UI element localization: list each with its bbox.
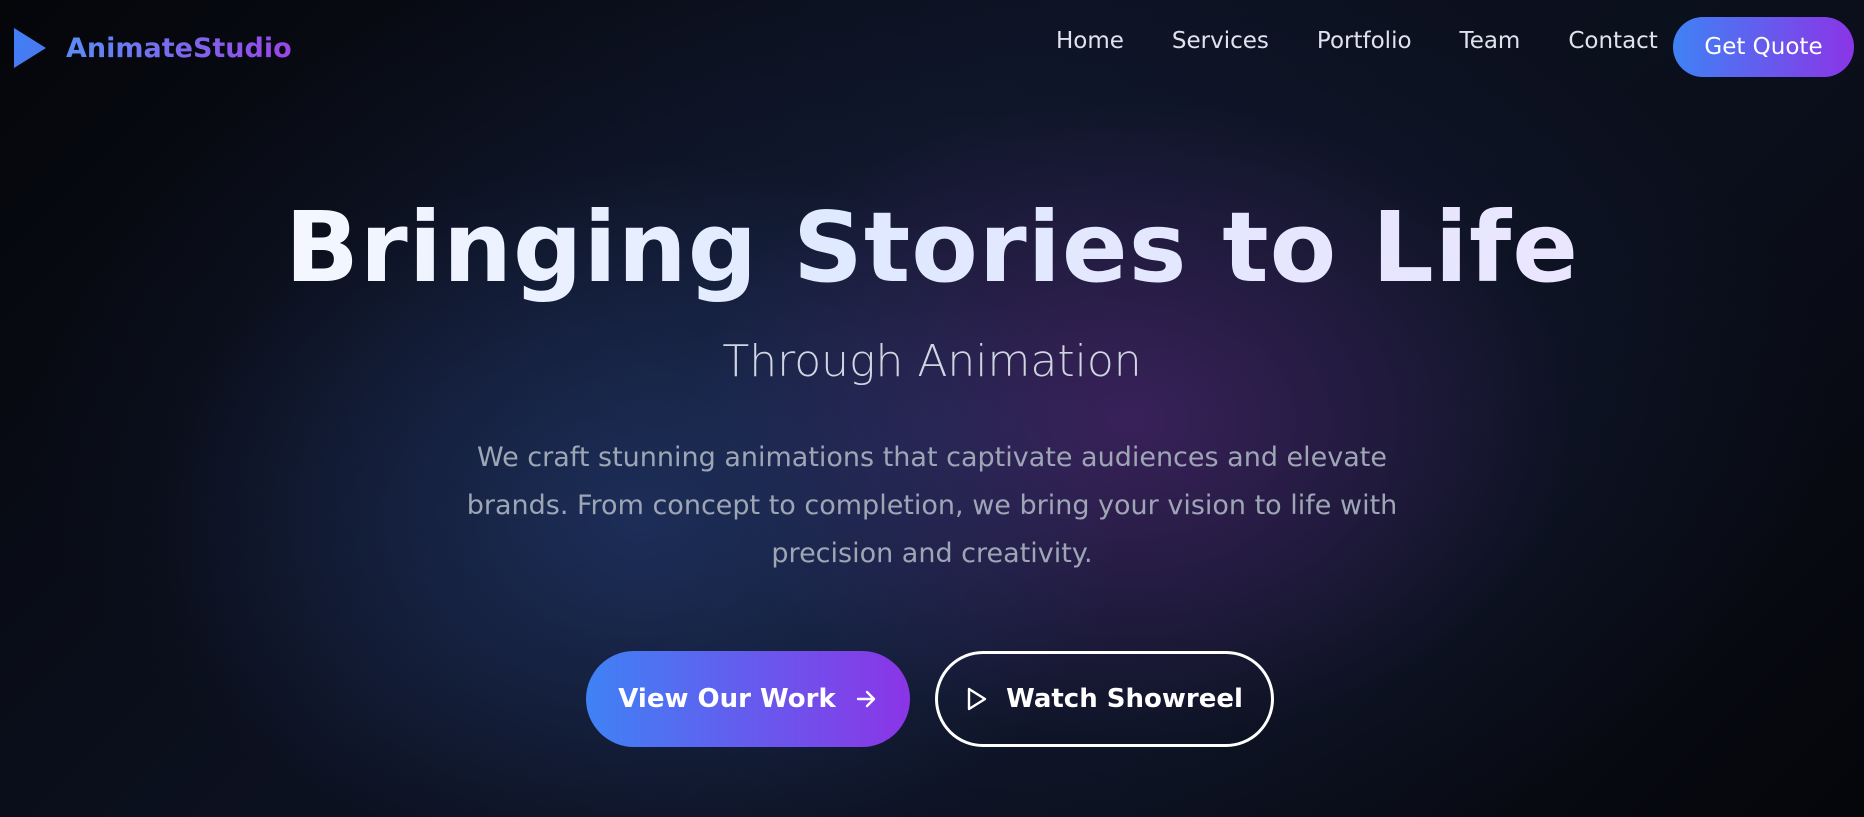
nav-link-portfolio[interactable]: Portfolio (1317, 28, 1412, 54)
nav-link-contact[interactable]: Contact (1568, 28, 1657, 54)
brand-logo[interactable]: AnimateStudio (12, 26, 292, 70)
nav-link-team[interactable]: Team (1460, 28, 1521, 54)
watch-showreel-button[interactable]: Watch Showreel (935, 651, 1274, 747)
navbar: AnimateStudio Home Services Portfolio Te… (0, 0, 1864, 96)
nav-link-services[interactable]: Services (1172, 28, 1269, 54)
hero-description: We craft stunning animations that captiv… (466, 442, 1398, 569)
nav-link-home[interactable]: Home (1056, 28, 1124, 54)
view-our-work-button[interactable]: View Our Work (586, 651, 910, 747)
arrow-right-icon (856, 690, 875, 708)
watch-showreel-label: Watch Showreel (1006, 684, 1243, 714)
brand-name: AnimateStudio (66, 32, 292, 64)
play-outline-icon (967, 687, 987, 711)
hero-title: Bringing Stories to Life (0, 188, 1864, 308)
page: AnimateStudio Home Services Portfolio Te… (0, 0, 1864, 817)
view-our-work-label: View Our Work (618, 684, 836, 714)
get-quote-button[interactable]: Get Quote (1673, 17, 1854, 77)
nav-links: Home Services Portfolio Team Contact (1056, 28, 1706, 54)
hero-subtitle: Through Animation (722, 336, 1142, 387)
play-triangle-icon (14, 28, 46, 68)
